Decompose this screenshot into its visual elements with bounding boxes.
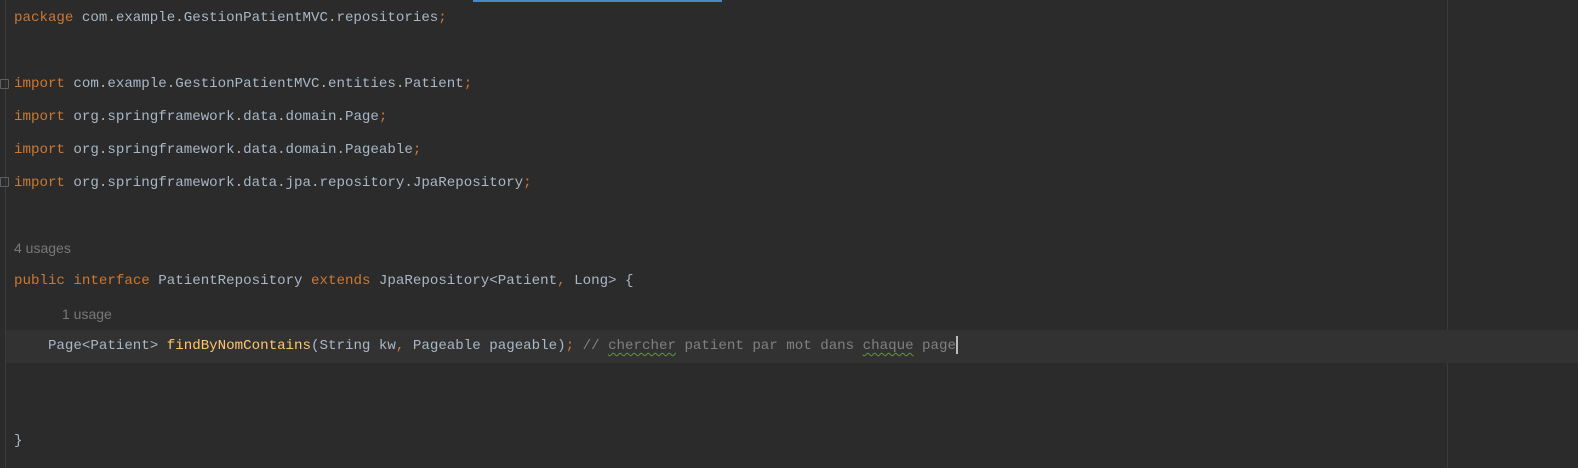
comment-typo: chaque bbox=[862, 338, 914, 354]
code-line-import[interactable]: import org.springframework.data.jpa.repo… bbox=[14, 167, 532, 200]
comment-typo: chercher bbox=[608, 338, 676, 354]
semicolon: ; bbox=[412, 142, 422, 158]
keyword: package bbox=[14, 10, 74, 26]
type: Long> { bbox=[565, 273, 634, 289]
code-line-close-brace[interactable]: } bbox=[14, 425, 23, 458]
keyword: import bbox=[14, 76, 65, 92]
semicolon: ; bbox=[438, 10, 447, 26]
keyword: public bbox=[14, 273, 65, 289]
code-line-import[interactable]: import org.springframework.data.domain.P… bbox=[14, 134, 421, 167]
active-tab-indicator bbox=[473, 0, 722, 2]
close-brace: } bbox=[14, 433, 23, 449]
code-line-interface[interactable]: public interface PatientRepository exten… bbox=[14, 265, 634, 298]
fold-end-icon[interactable] bbox=[0, 177, 9, 187]
comma: , bbox=[557, 273, 566, 289]
semicolon: ; bbox=[565, 338, 575, 354]
interface-name: PatientRepository bbox=[149, 273, 312, 289]
right-margin-guide bbox=[1447, 0, 1448, 468]
semicolon: ; bbox=[463, 76, 473, 92]
usages-hint[interactable]: 1 usage bbox=[62, 298, 112, 331]
comment: page bbox=[913, 338, 956, 354]
fold-start-icon[interactable] bbox=[0, 79, 9, 89]
comment: // bbox=[574, 338, 609, 354]
comment: patient par mot dans bbox=[675, 338, 863, 354]
type: JpaRepository<Patient bbox=[370, 273, 558, 289]
import-path: com.example.GestionPatientMVC.entities.P… bbox=[64, 76, 464, 92]
import-path: org.springframework.data.domain.Page bbox=[64, 109, 379, 125]
semicolon: ; bbox=[523, 175, 532, 191]
keyword: import bbox=[14, 175, 65, 191]
method-name: findByNomContains bbox=[166, 338, 312, 354]
keyword: extends bbox=[311, 273, 371, 289]
code-line-import[interactable]: import org.springframework.data.domain.P… bbox=[14, 101, 387, 134]
return-type: Page<Patient> bbox=[14, 338, 167, 354]
keyword: import bbox=[14, 109, 65, 125]
usages-hint[interactable]: 4 usages bbox=[14, 232, 71, 265]
code-line-method[interactable]: Page<Patient> findByNomContains(String k… bbox=[14, 330, 958, 363]
keyword: import bbox=[14, 142, 65, 158]
code-line-import[interactable]: import com.example.GestionPatientMVC.ent… bbox=[14, 68, 472, 101]
package-name: com.example.GestionPatientMVC.repositori… bbox=[73, 10, 439, 26]
params: Pageable pageable) bbox=[404, 338, 566, 354]
import-path: org.springframework.data.jpa.repository.… bbox=[64, 175, 524, 191]
import-path: org.springframework.data.domain.Pageable bbox=[64, 142, 413, 158]
text-caret bbox=[956, 336, 958, 355]
keyword: interface bbox=[73, 273, 150, 289]
params: (String kw bbox=[311, 338, 396, 354]
semicolon: ; bbox=[378, 109, 388, 125]
gutter-divider bbox=[5, 0, 6, 468]
code-line-package[interactable]: package com.example.GestionPatientMVC.re… bbox=[14, 2, 447, 35]
